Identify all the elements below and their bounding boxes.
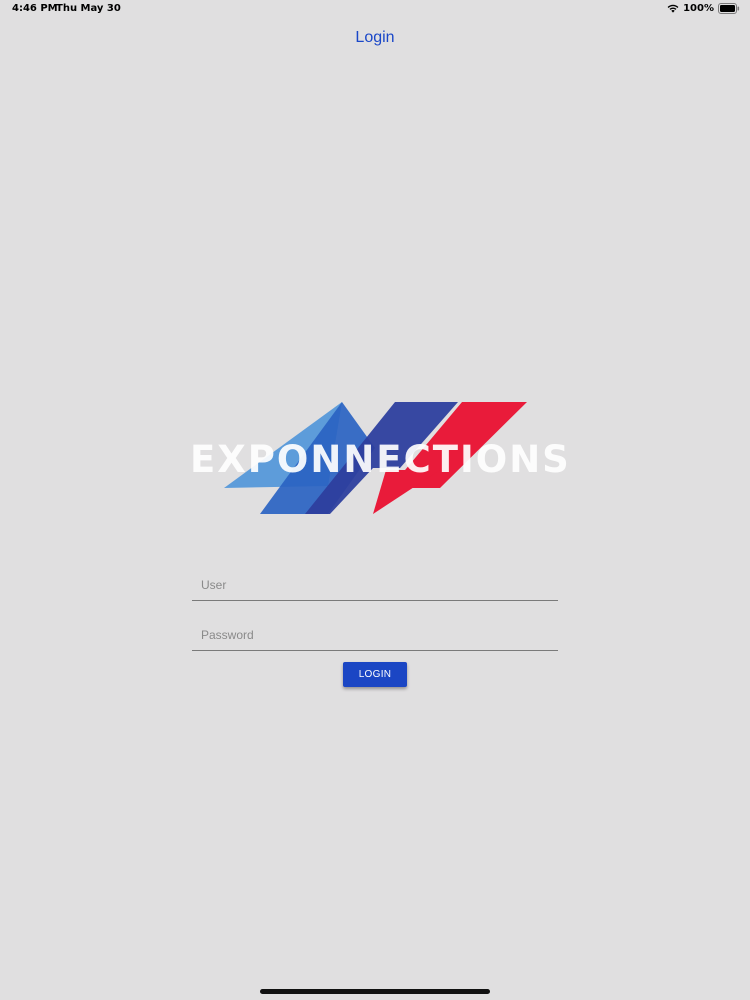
logo-wordmark: EXPONNECTIONS	[190, 438, 571, 481]
user-field	[192, 560, 558, 601]
home-indicator	[260, 989, 490, 994]
login-button[interactable]: LOGIN	[343, 662, 407, 687]
exponnections-logo: EXPONNECTIONS	[190, 398, 571, 518]
nav-title: Login	[355, 29, 395, 46]
password-input[interactable]	[192, 628, 558, 642]
status-indicators: 100%	[667, 3, 740, 14]
battery-percent: 100%	[683, 3, 714, 14]
battery-icon	[718, 3, 740, 14]
user-input[interactable]	[192, 578, 558, 592]
status-date: Thu May 30	[56, 3, 121, 14]
status-bar: 4:46 PM Thu May 30 100%	[0, 0, 750, 20]
wifi-icon	[667, 4, 679, 13]
password-field	[192, 610, 558, 651]
status-time: 4:46 PM	[12, 3, 58, 14]
